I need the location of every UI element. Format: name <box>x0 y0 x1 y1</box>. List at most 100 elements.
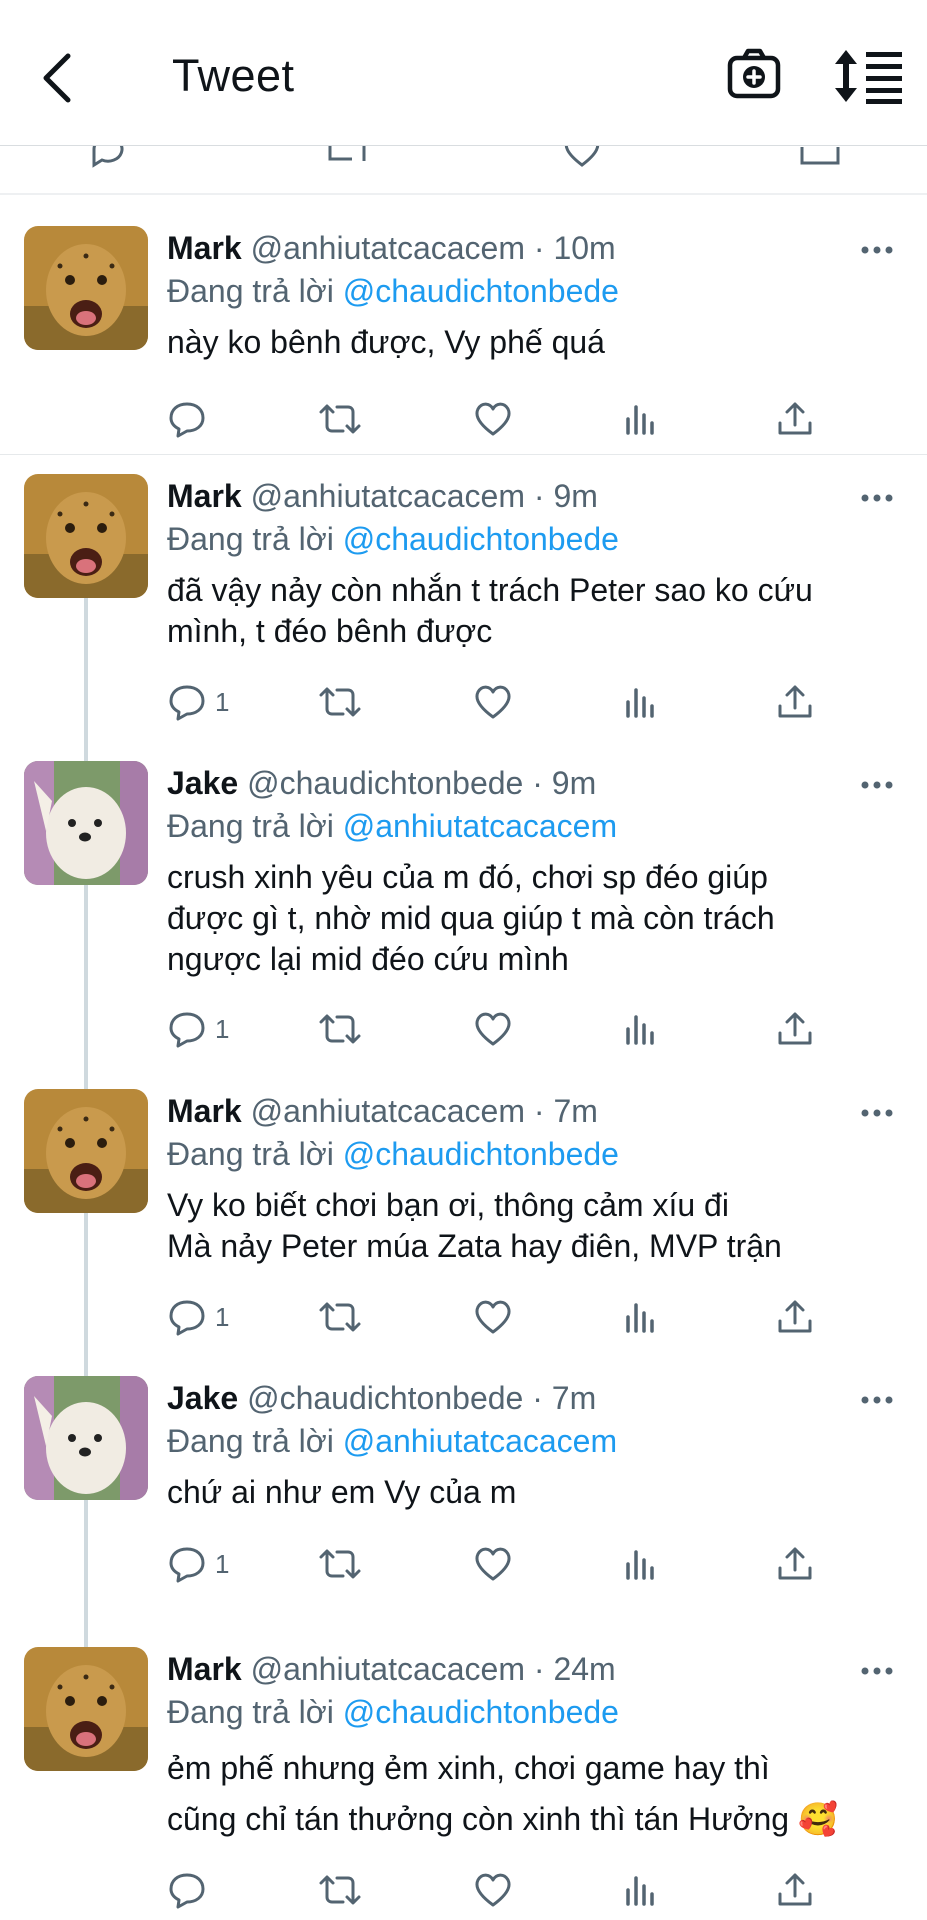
reply-icon[interactable] <box>88 145 128 171</box>
author-handle[interactable]: @anhiutatcacacem <box>251 1651 525 1687</box>
share-button[interactable] <box>775 1539 815 1589</box>
camera-button[interactable] <box>720 44 790 108</box>
mention-link[interactable]: @chaudichtonbede <box>343 1694 619 1730</box>
tweet-text: ẻm phế nhưng ẻm xinh, chơi game hay thì … <box>167 1750 838 1837</box>
sort-button[interactable] <box>832 46 906 106</box>
author-name[interactable]: Mark <box>167 478 242 514</box>
back-button[interactable] <box>26 48 86 108</box>
tweet-text: chứ ai như em Vy của m <box>167 1474 517 1510</box>
author-name[interactable]: Jake <box>167 765 238 801</box>
more-horizontal-icon <box>861 1667 893 1675</box>
reply-tweet[interactable]: Mark @anhiutatcacacem · 24m Đang trả lời… <box>0 1647 927 1920</box>
timestamp: 9m <box>553 478 598 514</box>
like-button[interactable] <box>472 677 514 727</box>
views-button[interactable] <box>622 1865 662 1915</box>
author-handle[interactable]: @chaudichtonbede <box>247 1380 523 1416</box>
author-name[interactable]: Mark <box>167 1651 242 1687</box>
author-handle[interactable]: @anhiutatcacacem <box>251 1093 525 1129</box>
timestamp: 7m <box>551 1380 597 1416</box>
avatar[interactable] <box>24 1089 148 1213</box>
reply-button[interactable] <box>167 1865 215 1915</box>
retweet-button[interactable] <box>317 1865 363 1915</box>
views-button[interactable] <box>622 677 662 727</box>
reply-icon <box>169 685 205 721</box>
retweet-icon[interactable] <box>322 145 372 171</box>
retweet-button[interactable] <box>317 677 363 727</box>
more-button[interactable] <box>857 1659 897 1683</box>
separator: · <box>525 1651 554 1687</box>
reply-icon <box>169 1012 205 1048</box>
more-button[interactable] <box>857 1388 897 1412</box>
timestamp: 7m <box>553 1093 598 1129</box>
like-button[interactable] <box>472 1292 514 1342</box>
views-icon <box>626 1550 654 1580</box>
mention-link[interactable]: @chaudichtonbede <box>343 1136 619 1172</box>
reply-button[interactable]: 1 <box>167 1004 229 1054</box>
timestamp: 10m <box>553 230 616 266</box>
retweet-icon <box>319 1302 361 1332</box>
timestamp: 24m <box>553 1651 616 1687</box>
more-button[interactable] <box>857 773 897 797</box>
share-button[interactable] <box>775 394 815 444</box>
avatar[interactable] <box>24 1376 148 1500</box>
heart-icon <box>475 685 511 719</box>
reply-tweet[interactable]: Jake @chaudichtonbede · 9m Đang trả lời … <box>0 761 927 1061</box>
heart-icon <box>475 1547 511 1581</box>
like-button[interactable] <box>472 394 514 444</box>
replying-label: Đang trả lời <box>167 273 334 309</box>
like-button[interactable] <box>472 1539 514 1589</box>
like-button[interactable] <box>472 1865 514 1915</box>
avatar[interactable] <box>24 226 148 350</box>
retweet-button[interactable] <box>317 394 363 444</box>
retweet-icon <box>319 1014 361 1044</box>
views-button[interactable] <box>622 394 662 444</box>
share-button[interactable] <box>775 1865 815 1915</box>
views-icon <box>626 1015 654 1045</box>
reply-tweet[interactable]: Mark @anhiutatcacacem · 10m Đang trả lời… <box>0 226 927 455</box>
author-name[interactable]: Jake <box>167 1380 238 1416</box>
reply-button[interactable]: 1 <box>167 1292 229 1342</box>
share-icon <box>778 1300 812 1333</box>
mention-link[interactable]: @anhiutatcacacem <box>343 1423 617 1459</box>
views-button[interactable] <box>622 1004 662 1054</box>
heart-icon <box>475 402 511 436</box>
views-button[interactable] <box>622 1292 662 1342</box>
avatar[interactable] <box>24 1647 148 1771</box>
share-button[interactable] <box>775 1004 815 1054</box>
avatar[interactable] <box>24 474 148 598</box>
reply-button[interactable]: 1 <box>167 677 229 727</box>
retweet-button[interactable] <box>317 1004 363 1054</box>
share-icon <box>778 1873 812 1906</box>
heart-icon[interactable] <box>560 145 604 171</box>
views-button[interactable] <box>622 1539 662 1589</box>
more-button[interactable] <box>857 238 897 262</box>
author-handle[interactable]: @anhiutatcacacem <box>251 478 525 514</box>
retweet-icon <box>319 1875 361 1905</box>
mention-link[interactable]: @anhiutatcacacem <box>343 808 617 844</box>
author-handle[interactable]: @chaudichtonbede <box>247 765 523 801</box>
author-name[interactable]: Mark <box>167 1093 242 1129</box>
more-horizontal-icon <box>861 781 893 789</box>
mention-link[interactable]: @chaudichtonbede <box>343 273 619 309</box>
reply-tweet[interactable]: Mark @anhiutatcacacem · 9m Đang trả lời … <box>0 474 927 744</box>
retweet-button[interactable] <box>317 1539 363 1589</box>
reply-button[interactable] <box>167 394 215 444</box>
chevron-left-icon <box>43 53 71 103</box>
share-button[interactable] <box>775 1292 815 1342</box>
reply-button[interactable]: 1 <box>167 1539 229 1589</box>
more-button[interactable] <box>857 1101 897 1125</box>
reply-tweet[interactable]: Mark @anhiutatcacacem · 7m Đang trả lời … <box>0 1089 927 1359</box>
more-button[interactable] <box>857 486 897 510</box>
author-name[interactable]: Mark <box>167 230 242 266</box>
reply-count: 1 <box>215 686 230 717</box>
share-icon[interactable] <box>798 145 842 171</box>
views-icon <box>626 1876 654 1906</box>
avatar[interactable] <box>24 761 148 885</box>
author-handle[interactable]: @anhiutatcacacem <box>251 230 525 266</box>
share-button[interactable] <box>775 677 815 727</box>
like-button[interactable] <box>472 1004 514 1054</box>
retweet-button[interactable] <box>317 1292 363 1342</box>
reply-tweet[interactable]: Jake @chaudichtonbede · 7m Đang trả lời … <box>0 1376 927 1606</box>
mention-link[interactable]: @chaudichtonbede <box>343 521 619 557</box>
more-horizontal-icon <box>861 246 893 254</box>
